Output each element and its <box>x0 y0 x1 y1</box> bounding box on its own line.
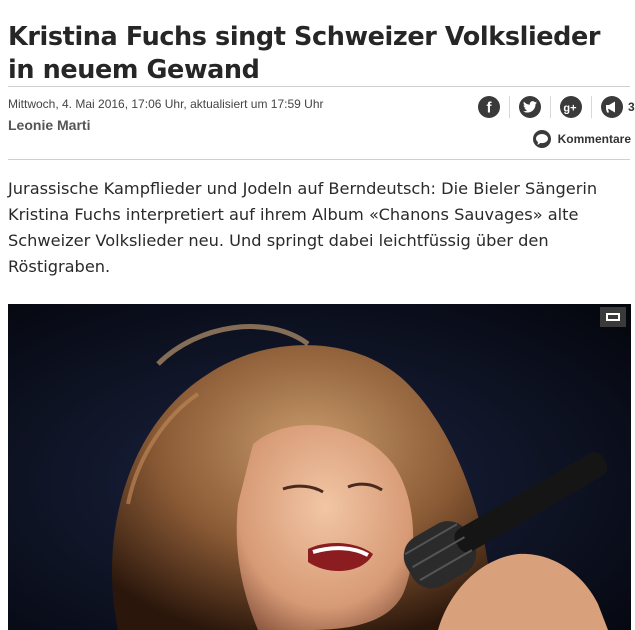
share-bar: f g+ 3 <box>478 96 635 118</box>
share-separator <box>550 96 551 118</box>
article-author[interactable]: Leonie Marti <box>8 117 90 133</box>
facebook-icon[interactable]: f <box>478 96 500 118</box>
expand-icon[interactable] <box>600 307 626 327</box>
divider-top <box>8 86 630 87</box>
share-separator <box>591 96 592 118</box>
share-count: 3 <box>628 100 635 114</box>
comments-label: Kommentare <box>557 132 631 146</box>
article-date: Mittwoch, 4. Mai 2016, 17:06 Uhr, aktual… <box>8 97 324 111</box>
article-photo[interactable] <box>8 304 631 630</box>
comment-bubble-icon <box>532 130 551 148</box>
twitter-icon[interactable] <box>519 96 541 118</box>
svg-text:g+: g+ <box>563 103 576 115</box>
google-plus-icon[interactable]: g+ <box>560 96 582 118</box>
divider-middle <box>8 159 630 160</box>
svg-text:f: f <box>487 100 493 117</box>
megaphone-icon[interactable] <box>601 96 623 118</box>
article-lead: Jurassische Kampflieder und Jodeln auf B… <box>8 179 598 276</box>
share-separator <box>509 96 510 118</box>
comments-link[interactable]: Kommentare <box>532 130 631 148</box>
article-title: Kristina Fuchs singt Schweizer Volkslied… <box>8 22 601 86</box>
